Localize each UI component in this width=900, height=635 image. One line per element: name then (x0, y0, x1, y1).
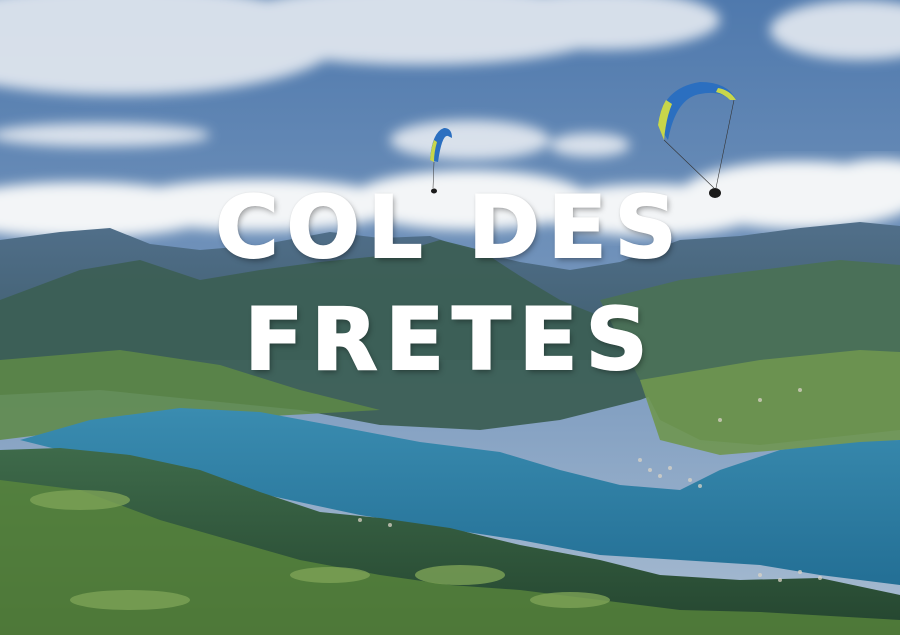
page-title: COL DES FRETES (0, 172, 900, 396)
photo-scene: COL DES FRETES (0, 0, 900, 635)
title-line-2: FRETES (243, 289, 656, 391)
title-line-1: COL DES (214, 177, 685, 279)
